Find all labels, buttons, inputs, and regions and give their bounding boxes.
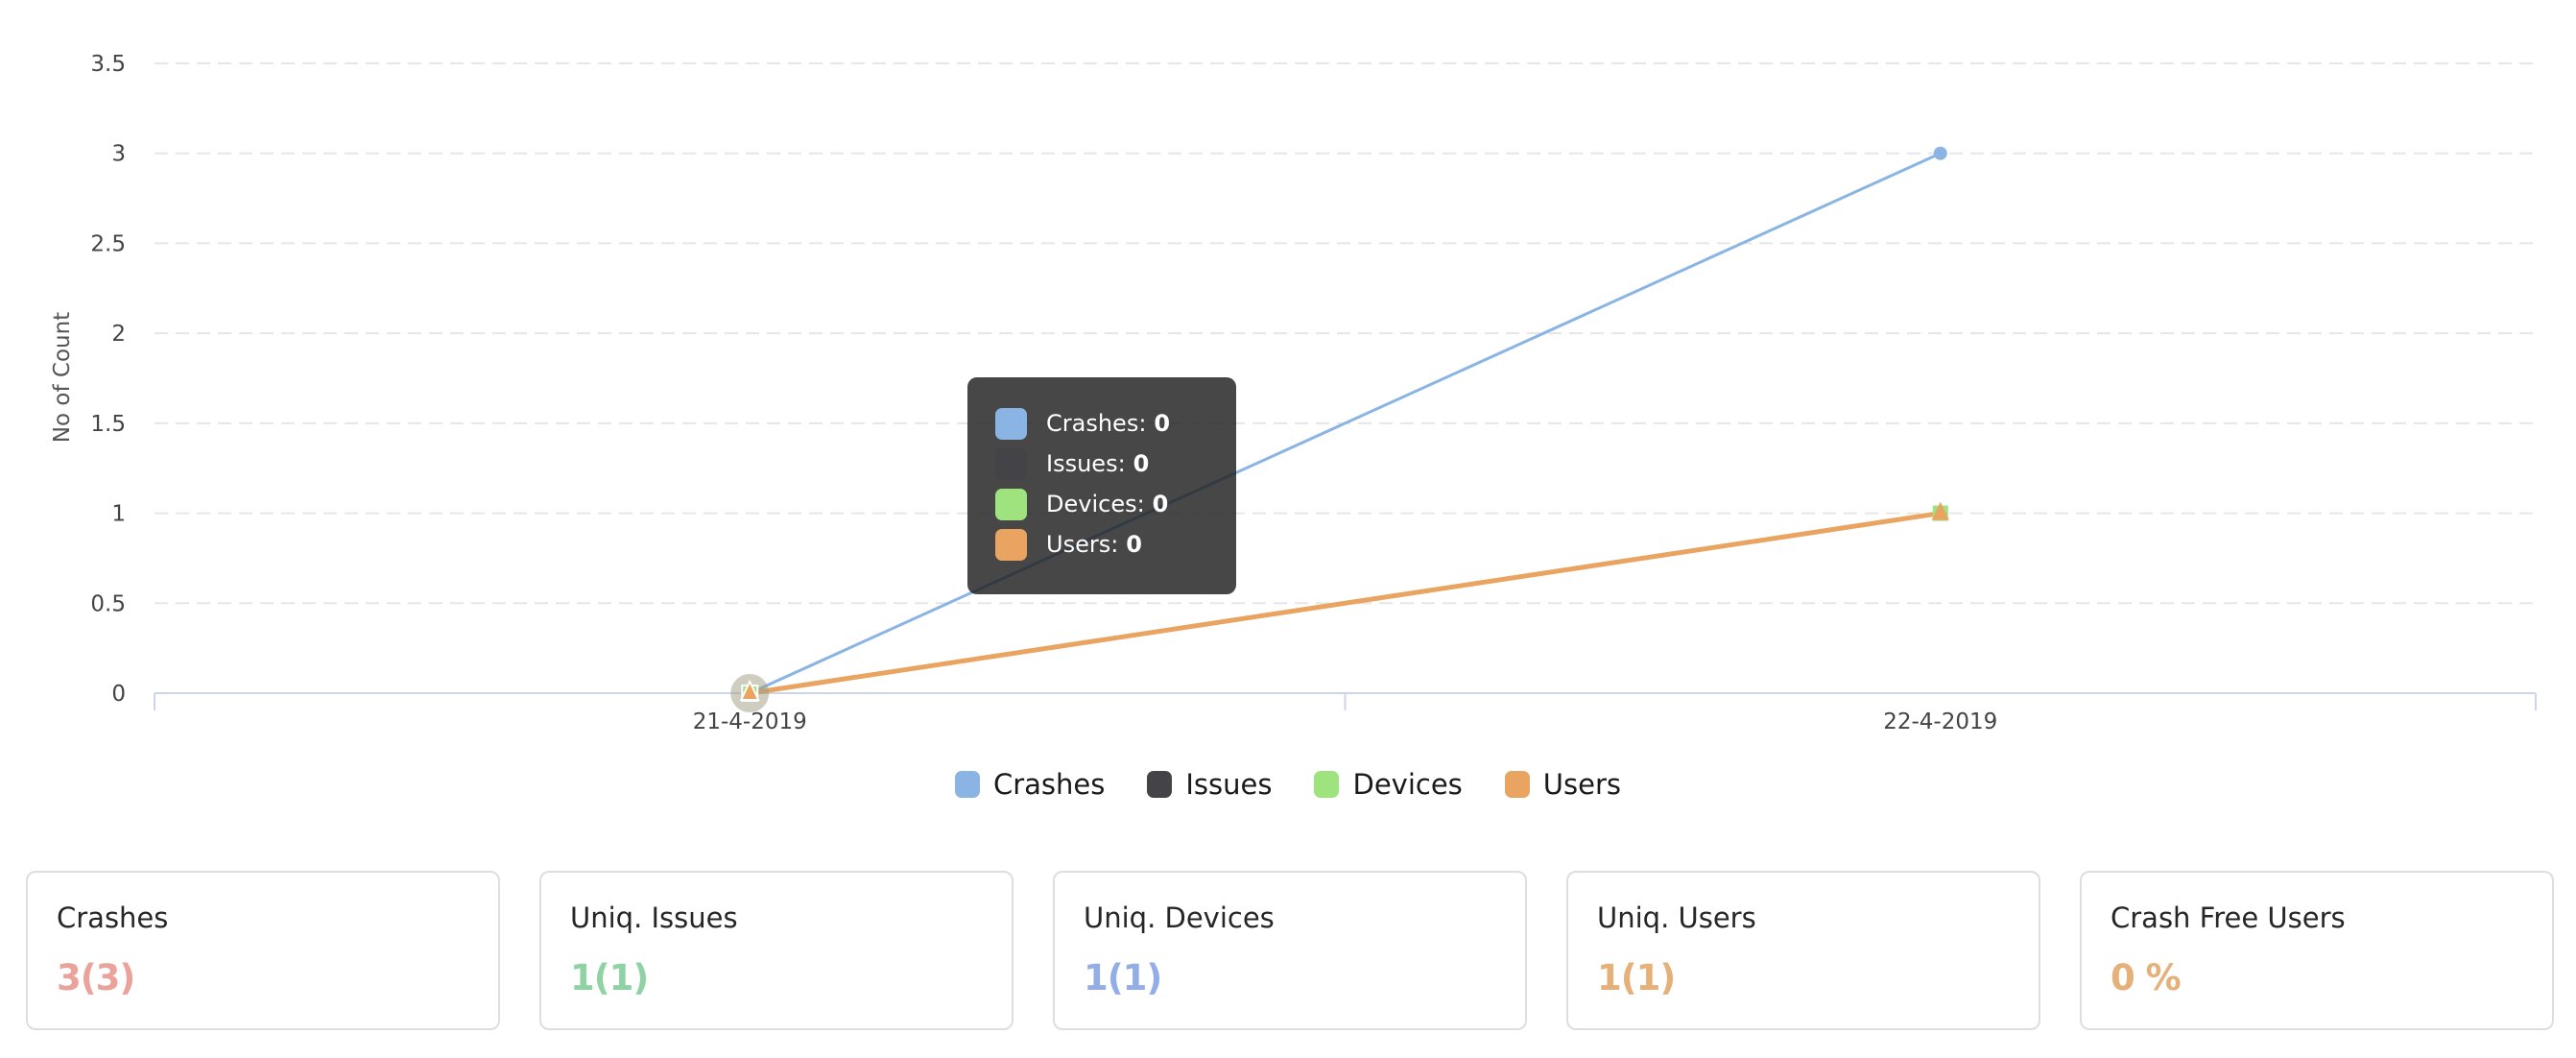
tooltip-value: 0 <box>1154 410 1171 437</box>
legend-item-issues[interactable]: Issues <box>1147 768 1272 801</box>
y-tick-label: 2 <box>111 322 126 347</box>
stat-card-uniq-users: Uniq. Users 1(1) <box>1566 871 2040 1030</box>
tooltip-value: 0 <box>1133 450 1150 477</box>
tooltip-row-crashes: Crashes: 0 <box>995 403 1236 444</box>
y-axis-label: No of Count <box>50 312 75 443</box>
data-point-crashes <box>1933 146 1947 160</box>
grid-lines <box>155 62 2536 605</box>
y-tick-label: 0.5 <box>90 591 126 616</box>
stat-card-crash-free-users: Crash Free Users 0 % <box>2080 871 2554 1030</box>
card-value: 3(3) <box>57 957 135 998</box>
x-tick-label: 21-4-2019 <box>693 709 807 734</box>
legend-swatch-devices <box>1314 771 1340 798</box>
legend-label: Users <box>1542 768 1621 801</box>
y-tick-label: 0 <box>111 682 126 707</box>
tooltip-row-devices: Devices: 0 <box>995 484 1236 524</box>
chart-legend: Crashes Issues Devices Users <box>0 768 2576 801</box>
y-axis-ticks: 0 0.5 1 1.5 2 2.5 3 3.5 <box>90 52 126 707</box>
legend-label: Issues <box>1185 768 1273 801</box>
tooltip-value: 0 <box>1126 531 1142 558</box>
y-tick-label: 1 <box>111 502 126 527</box>
tooltip-label: Crashes: <box>1046 410 1147 437</box>
stat-card-uniq-issues: Uniq. Issues 1(1) <box>539 871 1014 1030</box>
tooltip-row-issues: Issues: 0 <box>995 444 1236 484</box>
card-value: 1(1) <box>1084 957 1162 998</box>
legend-item-users[interactable]: Users <box>1504 768 1621 801</box>
y-tick-label: 3 <box>111 142 126 167</box>
card-title: Crash Free Users <box>2111 902 2346 934</box>
card-value: 1(1) <box>1597 957 1676 998</box>
y-tick-label: 1.5 <box>90 412 126 437</box>
y-tick-label: 3.5 <box>90 52 126 77</box>
tooltip-swatch-crashes <box>995 407 1027 440</box>
y-tick-label: 2.5 <box>90 231 126 256</box>
card-value: 1(1) <box>570 957 649 998</box>
card-title: Crashes <box>57 902 169 934</box>
x-axis: 21-4-2019 22-4-2019 <box>154 692 2537 734</box>
legend-swatch-users <box>1504 771 1530 798</box>
stat-card-crashes: Crashes 3(3) <box>26 871 500 1030</box>
tooltip-swatch-devices <box>995 488 1027 520</box>
legend-label: Devices <box>1352 768 1463 801</box>
legend-item-crashes[interactable]: Crashes <box>954 768 1106 801</box>
tooltip-value: 0 <box>1152 491 1169 517</box>
tooltip-label: Issues: <box>1046 450 1126 477</box>
card-title: Uniq. Devices <box>1084 902 1275 934</box>
x-tick-label: 22-4-2019 <box>1883 709 1997 734</box>
stat-card-uniq-devices: Uniq. Devices 1(1) <box>1053 871 1527 1030</box>
line-chart: 0 0.5 1 1.5 2 2.5 3 3.5 No of Count 21-4-2019 22… <box>50 52 2537 734</box>
legend-item-devices[interactable]: Devices <box>1314 768 1463 801</box>
tooltip-label: Devices: <box>1046 491 1145 517</box>
tooltip-row-users: Users: 0 <box>995 524 1236 565</box>
tooltip-swatch-users <box>995 528 1027 561</box>
card-value: 0 % <box>2111 957 2182 998</box>
card-title: Uniq. Users <box>1597 902 1756 934</box>
chart-tooltip: Crashes: 0 Issues: 0 Devices: 0 Users: 0 <box>967 377 1236 594</box>
legend-swatch-crashes <box>954 771 980 798</box>
tooltip-label: Users: <box>1046 531 1119 558</box>
legend-label: Crashes <box>992 768 1106 801</box>
tooltip-swatch-issues <box>995 447 1027 480</box>
card-title: Uniq. Issues <box>570 902 738 934</box>
legend-swatch-issues <box>1147 771 1173 798</box>
